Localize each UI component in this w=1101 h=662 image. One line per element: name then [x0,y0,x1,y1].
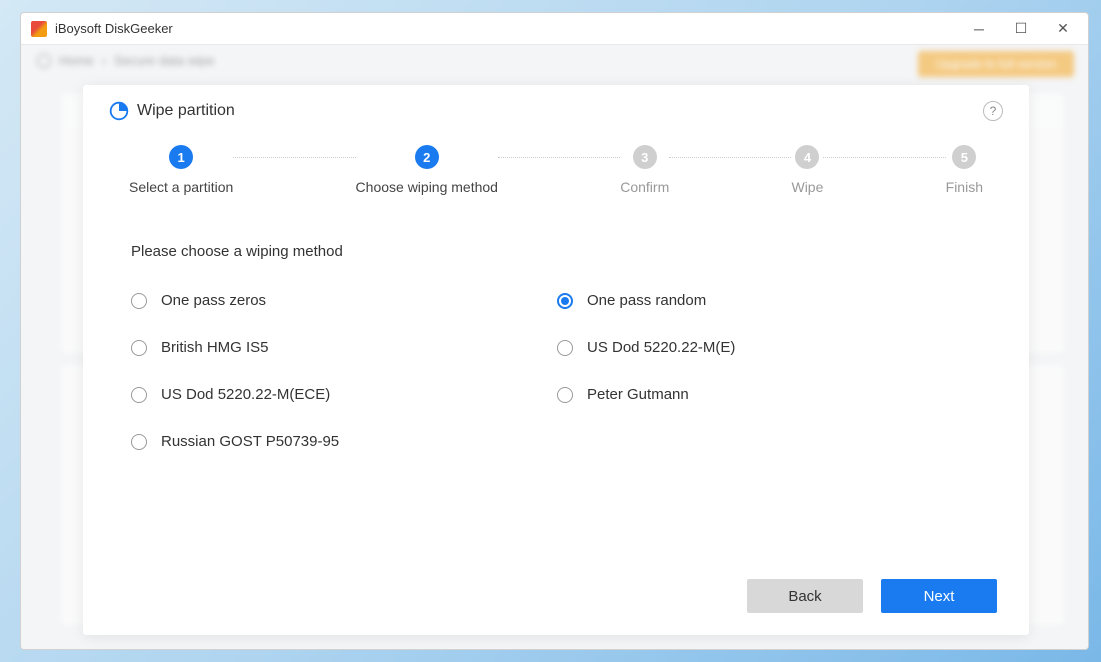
modal-header: Wipe partition ? [109,101,1003,121]
app-icon [31,21,47,37]
option-russian-gost[interactable]: Russian GOST P50739-95 [131,433,517,450]
step-label: Select a partition [129,179,233,195]
wizard-stepper: 1 Select a partition 2 Choose wiping met… [109,145,1003,195]
radio-icon [131,293,147,309]
step-number: 2 [415,145,439,169]
wipe-icon [109,101,129,121]
step-label: Choose wiping method [356,179,498,195]
app-body: Home › Secure data wipe Upgrade to full … [21,45,1088,649]
step-label: Confirm [620,179,669,195]
radio-icon [557,387,573,403]
breadcrumb: Home › Secure data wipe [37,53,214,68]
step-number: 3 [633,145,657,169]
upgrade-button[interactable]: Upgrade to full version [918,51,1074,77]
modal-title: Wipe partition [137,102,235,120]
breadcrumb-section: Secure data wipe [114,53,214,68]
window-title-bar: iBoysoft DiskGeeker ─ ☐ ✕ [21,13,1088,45]
breadcrumb-home: Home [59,53,94,68]
wiping-method-options: One pass zeros One pass random British H… [131,292,943,450]
option-label: US Dod 5220.22-M(E) [587,339,735,356]
option-us-dod-me[interactable]: US Dod 5220.22-M(E) [557,339,943,356]
option-label: Russian GOST P50739-95 [161,433,339,450]
close-button[interactable]: ✕ [1042,14,1084,44]
minimize-button[interactable]: ─ [958,14,1000,44]
option-peter-gutmann[interactable]: Peter Gutmann [557,386,943,403]
step-choose-method: 2 Choose wiping method [356,145,498,195]
option-label: British HMG IS5 [161,339,269,356]
window-title: iBoysoft DiskGeeker [55,21,173,36]
back-button[interactable]: Back [747,579,863,613]
step-finish: 5 Finish [946,145,983,195]
radio-icon [131,340,147,356]
option-british-hmg[interactable]: British HMG IS5 [131,339,517,356]
option-label: One pass random [587,292,706,309]
radio-icon [557,340,573,356]
radio-icon [131,387,147,403]
radio-icon [557,293,573,309]
option-one-pass-zeros[interactable]: One pass zeros [131,292,517,309]
maximize-button[interactable]: ☐ [1000,14,1042,44]
section-prompt: Please choose a wiping method [131,243,1003,260]
step-label: Wipe [791,179,823,195]
app-window: iBoysoft DiskGeeker ─ ☐ ✕ Home › Secure … [20,12,1089,650]
modal-footer: Back Next [109,579,1003,615]
step-confirm: 3 Confirm [620,145,669,195]
next-button[interactable]: Next [881,579,997,613]
option-label: US Dod 5220.22-M(ECE) [161,386,330,403]
step-label: Finish [946,179,983,195]
step-number: 4 [795,145,819,169]
option-label: One pass zeros [161,292,266,309]
step-number: 1 [169,145,193,169]
option-label: Peter Gutmann [587,386,689,403]
wipe-partition-modal: Wipe partition ? 1 Select a partition 2 … [83,85,1029,635]
home-icon [37,54,51,68]
radio-icon [131,434,147,450]
step-number: 5 [952,145,976,169]
step-select-partition: 1 Select a partition [129,145,233,195]
help-icon[interactable]: ? [983,101,1003,121]
option-one-pass-random[interactable]: One pass random [557,292,943,309]
option-us-dod-ece[interactable]: US Dod 5220.22-M(ECE) [131,386,517,403]
step-wipe: 4 Wipe [791,145,823,195]
